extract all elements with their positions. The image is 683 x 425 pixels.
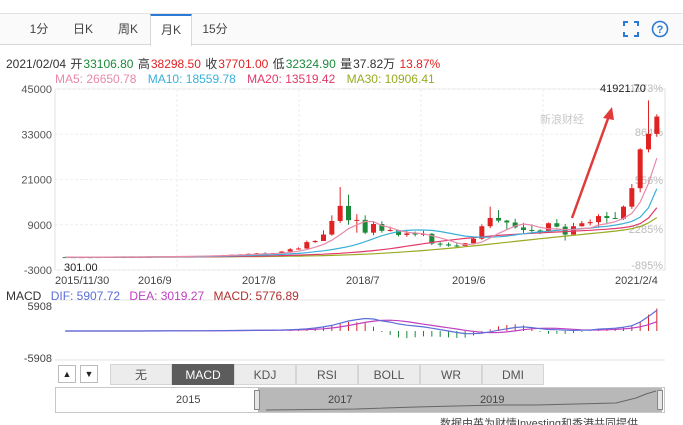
max-price-label: 41921.70: [600, 83, 646, 95]
ohlc-info-line: 2021/02/04 开33106.80 高38298.50 收37701.00…: [6, 55, 441, 72]
svg-text:?: ?: [657, 24, 664, 36]
candle-body: [646, 133, 651, 150]
tab-weekly[interactable]: 周K: [106, 14, 150, 45]
nav-year-label: 2017: [328, 394, 353, 406]
nav-year-label: 2015: [176, 394, 201, 406]
candle-body: [629, 188, 635, 207]
candle-body: [437, 243, 443, 245]
candle-body: [454, 245, 460, 247]
candle-body: [504, 220, 510, 223]
info-vol-label: 量: [340, 57, 353, 71]
y-right-tick-label: -895%: [631, 260, 663, 272]
macd-legend: MACD DIF: 5907.72 DEA: 3019.27 MACD: 577…: [6, 289, 305, 303]
info-vol: 37.82万: [353, 57, 396, 71]
info-close-label: 收: [205, 57, 218, 71]
candle-body: [371, 223, 376, 233]
indicator-boll-button[interactable]: BOLL: [358, 364, 420, 385]
y-tick-label: 45000: [21, 84, 52, 96]
candle-body: [571, 226, 576, 235]
tab-1min[interactable]: 1分: [18, 14, 60, 45]
x-tick-label: 2021/2/4: [615, 275, 658, 287]
candle-body: [612, 217, 618, 219]
candle-body: [471, 238, 476, 244]
info-close: 37701.00: [218, 57, 269, 71]
candle-body: [321, 234, 326, 241]
ma5-line: [65, 158, 658, 258]
info-high-label: 高: [137, 57, 150, 71]
tab-daily[interactable]: 日K: [60, 14, 106, 45]
candle-body: [496, 217, 501, 221]
macd-value: MACD: 5776.89: [213, 289, 299, 303]
candle-body: [521, 227, 526, 231]
scroll-up-button[interactable]: ▲: [58, 365, 76, 383]
candle-body: [304, 242, 310, 249]
info-high: 38298.50: [150, 57, 201, 71]
min-price-label: 301.00: [64, 262, 98, 274]
macd-dea: DEA: 3019.27: [129, 289, 205, 303]
candle-body: [346, 205, 351, 221]
x-tick-label: 2018/7: [346, 275, 380, 287]
y-tick-label: 33000: [21, 129, 52, 141]
candle-body: [329, 220, 335, 235]
info-open: 33106.80: [83, 57, 134, 71]
info-low: 32324.90: [285, 57, 336, 71]
ma20-line: [65, 207, 658, 258]
candle-body: [529, 230, 535, 232]
x-tick-label: 2019/6: [452, 275, 486, 287]
indicator-none-button[interactable]: 无: [110, 364, 172, 385]
navigator-sparkline: [265, 390, 657, 411]
tab-15min[interactable]: 15分: [192, 14, 238, 45]
info-open-label: 开: [70, 57, 83, 71]
macd-title: MACD: [6, 289, 42, 303]
x-tick-label: 2015/11/30: [55, 275, 109, 287]
tab-monthly[interactable]: 月K: [150, 14, 192, 46]
candle-body: [604, 216, 610, 218]
info-change: 13.87%: [399, 57, 441, 71]
indicator-wr-button[interactable]: WR: [420, 364, 482, 385]
candle-body: [587, 222, 593, 224]
info-low-label: 低: [272, 57, 285, 71]
candle-body: [446, 244, 451, 246]
candle-body: [312, 240, 318, 243]
candle-body: [296, 248, 301, 250]
candle-body: [487, 217, 493, 227]
candle-body: [287, 249, 293, 252]
macd-dif: DIF: 5907.72: [50, 289, 121, 303]
candle-body: [354, 219, 360, 221]
y-tick-label: 9000: [28, 220, 52, 232]
data-source-note: 数据由英为财情Investing和香港共同提供: [440, 418, 639, 425]
nav-year-label: 2019: [480, 394, 505, 406]
watermark-text: 新浪财经: [540, 112, 584, 126]
candle-body: [654, 116, 660, 134]
candle-body: [596, 216, 601, 223]
period-tab-bar: 1分 日K 周K 月K 15分 ?: [0, 13, 683, 46]
candle-body: [554, 223, 560, 227]
indicator-macd-button[interactable]: MACD: [172, 364, 234, 385]
y-tick-label: 21000: [21, 175, 52, 187]
range-navigator[interactable]: 2015 2017 2019: [55, 387, 665, 413]
fullscreen-icon[interactable]: [622, 20, 640, 38]
macd-tick-label: -5908: [24, 353, 52, 365]
indicator-dmi-button[interactable]: DMI: [482, 364, 544, 385]
candle-body: [337, 205, 343, 221]
candle-body: [387, 230, 393, 232]
info-date: 2021/02/04: [6, 57, 67, 71]
candle-body: [637, 149, 643, 189]
trend-arrow-head: [603, 107, 614, 120]
candle-body: [562, 226, 568, 235]
candle-body: [404, 233, 410, 235]
candle-body: [579, 223, 585, 227]
indicator-rsi-button[interactable]: RSI: [296, 364, 358, 385]
dif-line: [65, 309, 658, 335]
candlestick-chart[interactable]: 新浪财经 4500033000210009000-30001173%864%55…: [0, 78, 683, 368]
x-tick-label: 2017/8: [242, 275, 276, 287]
help-icon[interactable]: ?: [651, 20, 669, 38]
indicator-kdj-button[interactable]: KDJ: [234, 364, 296, 385]
y-tick-label: -3000: [24, 265, 52, 277]
x-tick-label: 2016/9: [138, 275, 172, 287]
scroll-down-button[interactable]: ▼: [80, 365, 98, 383]
trend-arrow: [570, 112, 612, 219]
candle-body: [546, 223, 551, 232]
